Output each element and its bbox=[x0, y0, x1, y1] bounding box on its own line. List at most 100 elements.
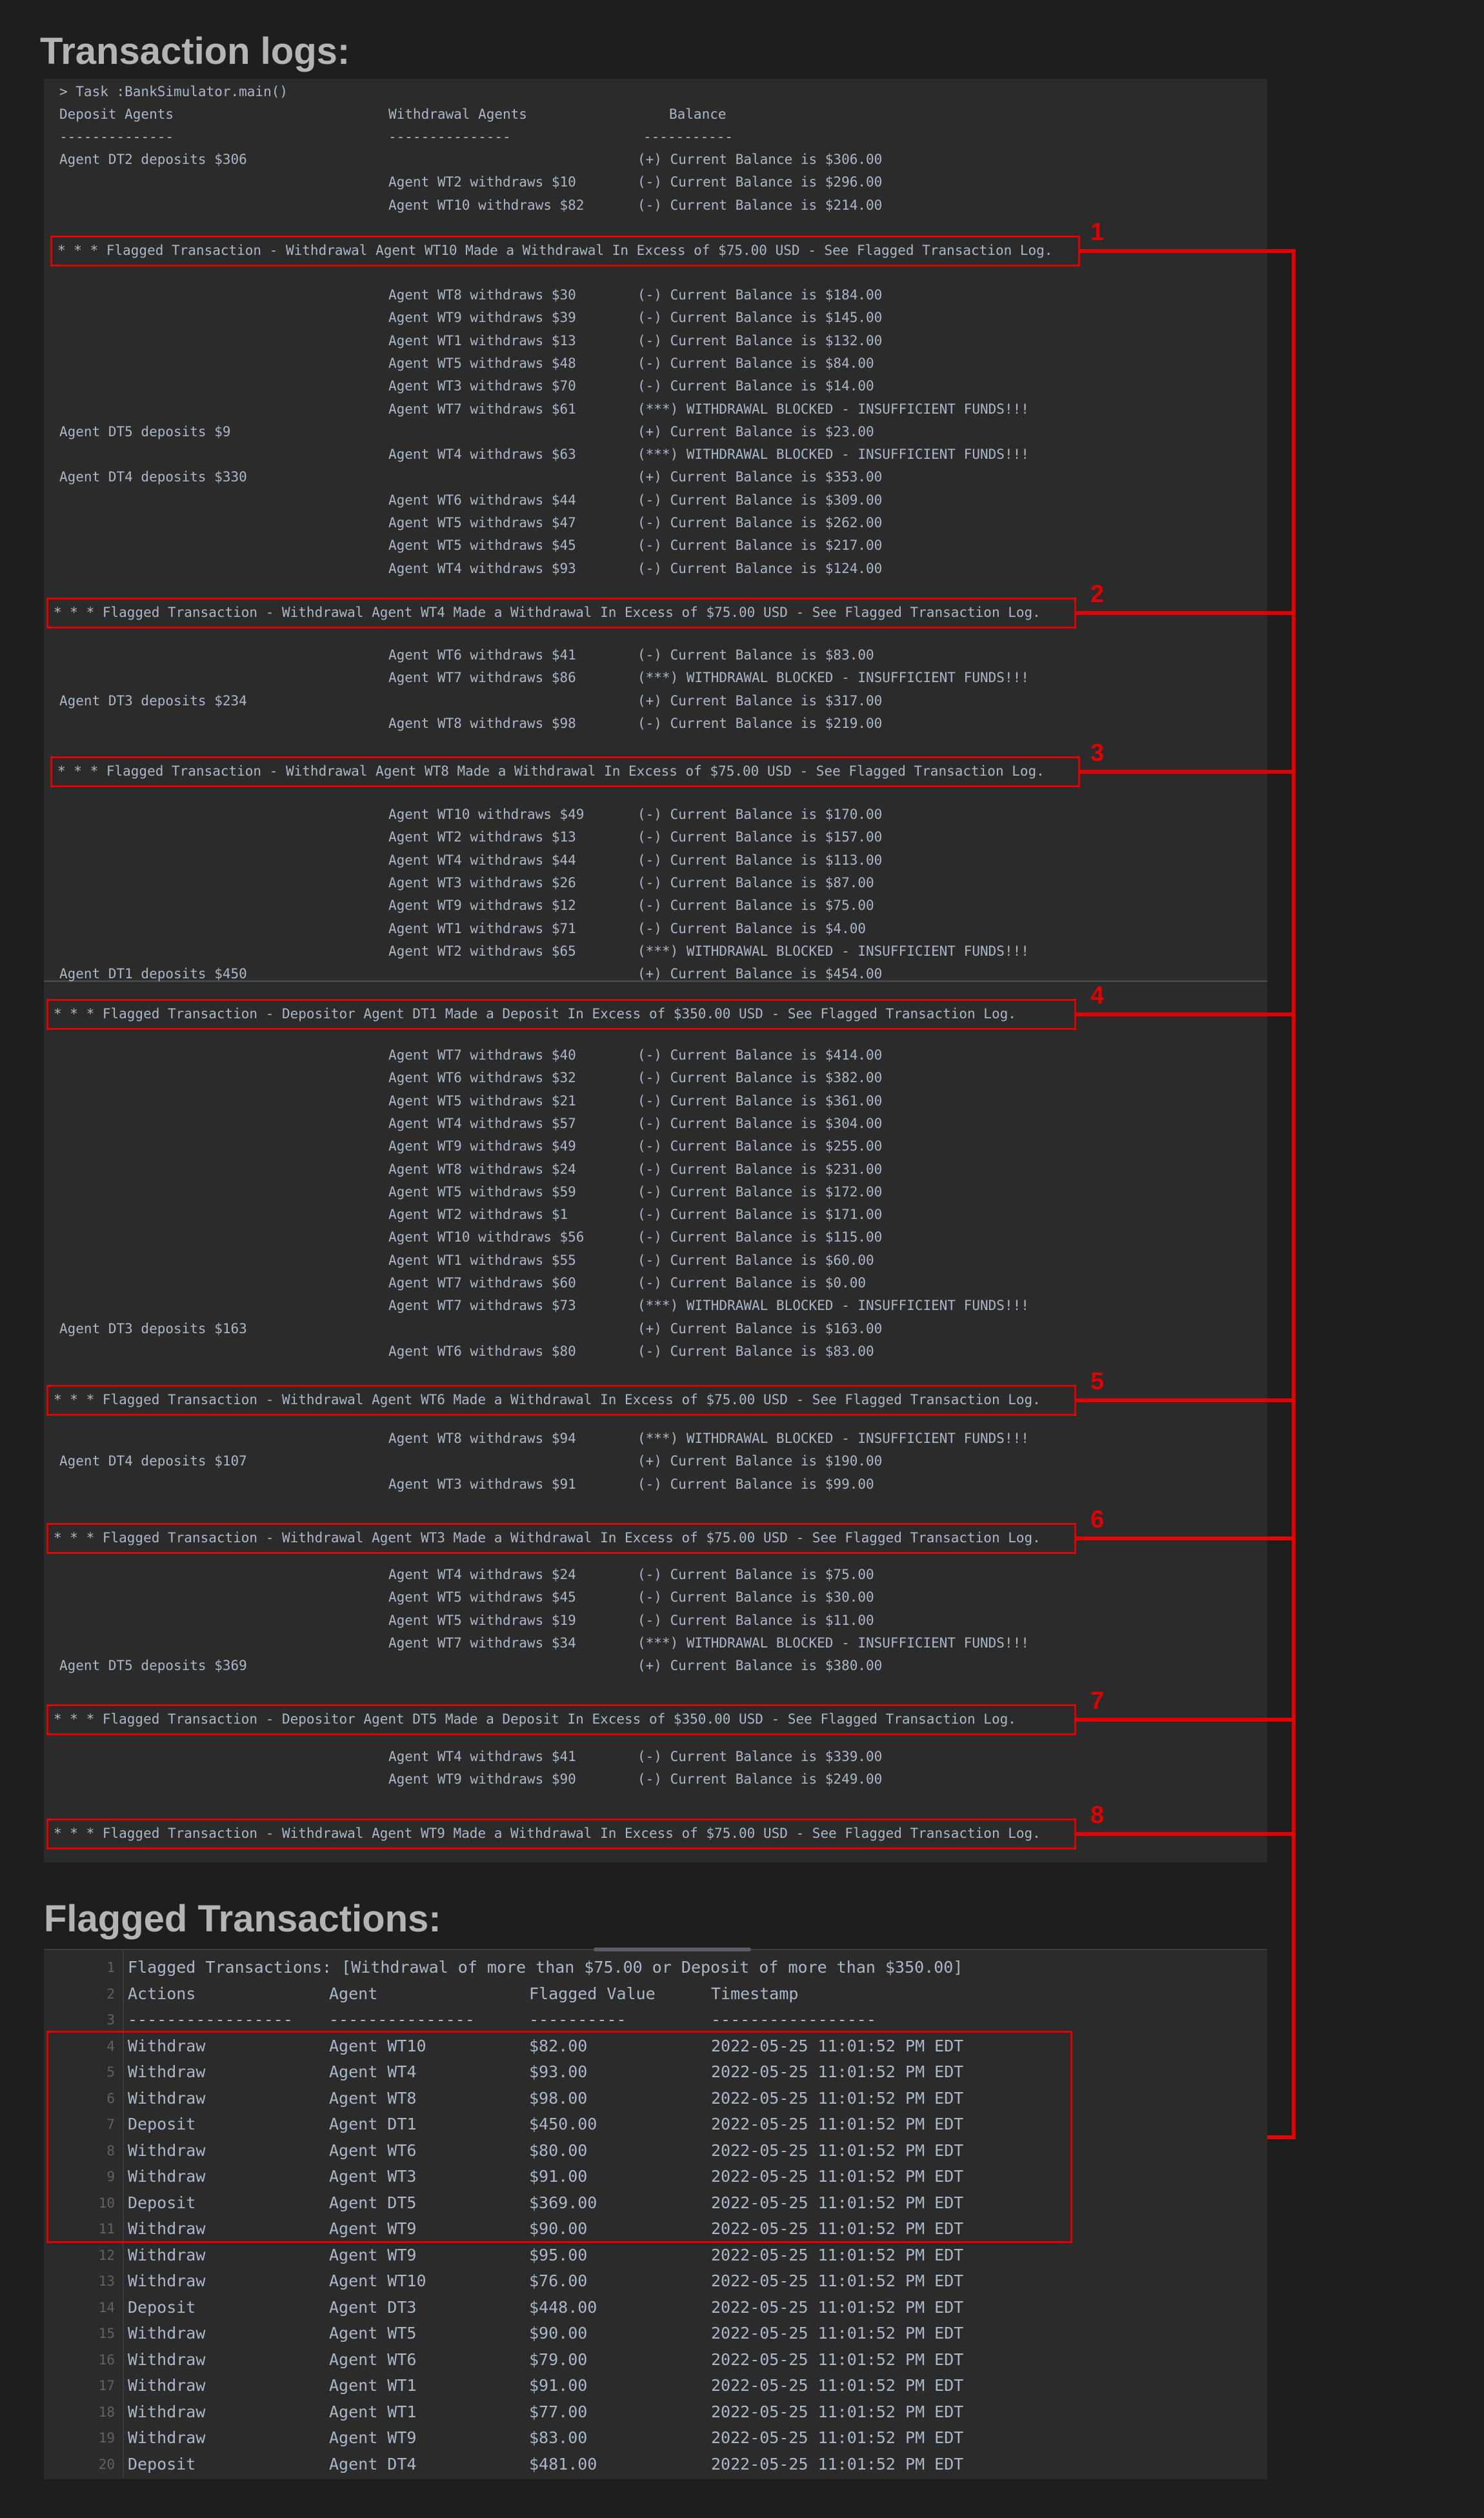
agent-cell: Agent WT1 bbox=[329, 2402, 417, 2421]
connector-line bbox=[1076, 1536, 1296, 1540]
line-number: 16 bbox=[98, 2352, 115, 2368]
action-cell: Withdraw bbox=[128, 2324, 206, 2342]
line-number: 20 bbox=[98, 2456, 115, 2472]
log-balance-text: (-) Current Balance is $231.00 bbox=[637, 1161, 883, 1177]
agent-cell: Agent DT3 bbox=[329, 2297, 417, 2317]
log-deposit-text: Agent DT4 deposits $330 bbox=[59, 469, 247, 485]
annotation-number: 2 bbox=[1090, 581, 1105, 608]
agent-cell: Agent WT9 bbox=[329, 2428, 417, 2447]
column-header: Agent bbox=[329, 1984, 378, 2003]
annotation-number: 8 bbox=[1090, 1802, 1105, 1829]
line-number: 17 bbox=[98, 2378, 115, 2393]
log-balance-text: (-) Current Balance is $382.00 bbox=[637, 1070, 883, 1086]
log-balance-text: (-) Current Balance is $115.00 bbox=[637, 1229, 883, 1245]
action-cell: Deposit bbox=[128, 2297, 196, 2317]
log-balance-text: (-) Current Balance is $124.00 bbox=[637, 560, 883, 576]
log-balance-text: (-) Current Balance is $84.00 bbox=[637, 355, 874, 371]
log-withdraw-text: Agent WT1 withdraws $13 bbox=[388, 332, 576, 348]
log-deposit-text: Agent DT1 deposits $450 bbox=[59, 966, 247, 982]
line-number: 12 bbox=[98, 2247, 115, 2263]
timestamp-cell: 2022-05-25 11:01:52 PM EDT bbox=[711, 2428, 964, 2447]
timestamp-cell: 2022-05-25 11:01:52 PM EDT bbox=[711, 2324, 964, 2342]
log-withdraw-text: Agent WT1 withdraws $71 bbox=[388, 920, 576, 936]
log-withdraw-text: Agent WT9 withdraws $12 bbox=[388, 898, 576, 914]
log-balance-text: (+) Current Balance is $163.00 bbox=[637, 1320, 883, 1336]
log-balance-text: (-) Current Balance is $414.00 bbox=[637, 1047, 883, 1063]
log-deposit-text: Agent DT4 deposits $107 bbox=[59, 1453, 247, 1469]
table-row: 19 Withdraw Agent WT9 $83.00 2022-05-25 11:0… bbox=[44, 2425, 1267, 2451]
log-balance-text: (-) Current Balance is $170.00 bbox=[637, 807, 883, 822]
action-cell: Withdraw bbox=[128, 2245, 206, 2264]
timestamp-cell: 2022-05-25 11:01:52 PM EDT bbox=[711, 2402, 964, 2421]
log-withdraw-text: Agent WT2 withdraws $10 bbox=[388, 174, 576, 190]
horizontal-scrollbar[interactable] bbox=[594, 1948, 751, 1951]
table-row: 16 Withdraw Agent WT6 $79.00 2022-05-25 11:0… bbox=[44, 2347, 1267, 2373]
flagged-transactions-heading: Flagged Transactions: bbox=[44, 1898, 441, 1940]
log-balance-text: (-) Current Balance is $172.00 bbox=[637, 1183, 883, 1200]
flagged-value-cell: $481.00 bbox=[529, 2454, 597, 2473]
log-withdraw-text: Agent WT7 withdraws $40 bbox=[388, 1047, 576, 1063]
flagged-transaction-line: * * * Flagged Transaction - Withdrawal A… bbox=[50, 236, 1080, 267]
flagged-value-cell: $90.00 bbox=[529, 2324, 588, 2342]
log-withdraw-text: Agent WT6 withdraws $44 bbox=[388, 492, 576, 508]
header-divider: ----------------- bbox=[711, 2010, 876, 2029]
table-row: 1 Flagged Transactions: [Withdrawal of mo… bbox=[44, 1955, 1267, 1980]
log-balance-text: (-) Current Balance is $309.00 bbox=[637, 492, 883, 508]
column-header: Actions bbox=[128, 1984, 196, 2003]
log-withdraw-text: Agent WT5 withdraws $59 bbox=[388, 1183, 576, 1200]
log-balance-text: (***) WITHDRAWAL BLOCKED - INSUFFICIENT … bbox=[637, 670, 1029, 686]
table-row: 15 Withdraw Agent WT5 $90.00 2022-05-25 11:0… bbox=[44, 2321, 1267, 2346]
log-balance-text: (-) Current Balance is $30.00 bbox=[637, 1589, 874, 1606]
log-withdraw-text: Agent WT2 withdraws $13 bbox=[388, 829, 576, 845]
timestamp-cell: 2022-05-25 11:01:52 PM EDT bbox=[711, 2376, 964, 2395]
connector-line bbox=[1080, 770, 1296, 774]
log-balance-text: (-) Current Balance is $219.00 bbox=[637, 715, 883, 731]
agent-cell: Agent WT9 bbox=[329, 2245, 417, 2264]
log-balance-text: (-) Current Balance is $157.00 bbox=[637, 829, 883, 845]
log-deposit-text: Agent DT3 deposits $163 bbox=[59, 1320, 247, 1336]
line-number: 13 bbox=[98, 2273, 115, 2289]
log-balance-text: (-) Current Balance is $214.00 bbox=[637, 197, 883, 213]
line-number: 3 bbox=[106, 2012, 115, 2028]
log-withdraw-text: Agent WT4 withdraws $44 bbox=[388, 852, 576, 868]
log-balance-text: (+) Current Balance is $23.00 bbox=[637, 423, 874, 439]
log-balance-text: (-) Current Balance is $184.00 bbox=[637, 287, 883, 303]
action-cell: Withdraw bbox=[128, 2376, 206, 2395]
log-balance-text: (-) Current Balance is $255.00 bbox=[637, 1138, 883, 1154]
annotation-number: 6 bbox=[1090, 1506, 1105, 1533]
log-withdraw-text: Agent WT8 withdraws $94 bbox=[388, 1431, 576, 1446]
connector-line bbox=[1076, 1012, 1296, 1016]
timestamp-cell: 2022-05-25 11:01:52 PM EDT bbox=[711, 2454, 964, 2473]
header-divider: -------------- bbox=[59, 129, 174, 145]
flagged-value-cell: $448.00 bbox=[529, 2297, 597, 2317]
deposit-agents-header: Deposit Agents bbox=[59, 106, 174, 122]
flagged-transaction-line: * * * Flagged Transaction - Withdrawal A… bbox=[50, 756, 1080, 787]
log-balance-text: (-) Current Balance is $217.00 bbox=[637, 538, 883, 554]
log-withdraw-text: Agent WT8 withdraws $98 bbox=[388, 715, 576, 731]
line-number: 15 bbox=[98, 2326, 115, 2341]
line-number: 18 bbox=[98, 2404, 115, 2420]
log-withdraw-text: Agent WT9 withdraws $39 bbox=[388, 310, 576, 326]
log-withdraw-text: Agent WT7 withdraws $34 bbox=[388, 1635, 576, 1651]
log-balance-text: (-) Current Balance is $0.00 bbox=[637, 1275, 867, 1291]
log-withdraw-text: Agent WT5 withdraws $45 bbox=[388, 538, 576, 554]
flagged-transaction-line: * * * Flagged Transaction - Withdrawal A… bbox=[46, 1523, 1076, 1554]
flagged-value-cell: $95.00 bbox=[529, 2245, 588, 2264]
log-balance-text: (+) Current Balance is $190.00 bbox=[637, 1453, 883, 1469]
table-row: 20 Deposit Agent DT4 $481.00 2022-05-25 11:0… bbox=[44, 2452, 1267, 2477]
log-balance-text: (+) Current Balance is $353.00 bbox=[637, 469, 883, 485]
header-divider: ----------------- bbox=[128, 2010, 293, 2029]
flagged-rows-highlight bbox=[46, 2031, 1072, 2243]
annotation-number: 3 bbox=[1090, 740, 1105, 767]
line-number: 19 bbox=[98, 2430, 115, 2446]
log-withdraw-text: Agent WT4 withdraws $57 bbox=[388, 1115, 576, 1131]
table-row: 18 Withdraw Agent WT1 $77.00 2022-05-25 11:0… bbox=[44, 2399, 1267, 2425]
log-balance-text: (-) Current Balance is $132.00 bbox=[637, 332, 883, 348]
connector-line bbox=[1076, 1718, 1296, 1722]
log-balance-text: (***) WITHDRAWAL BLOCKED - INSUFFICIENT … bbox=[637, 447, 1029, 463]
log-balance-text: (+) Current Balance is $317.00 bbox=[637, 692, 883, 709]
log-balance-text: (-) Current Balance is $14.00 bbox=[637, 378, 874, 394]
log-balance-text: (***) WITHDRAWAL BLOCKED - INSUFFICIENT … bbox=[637, 1298, 1029, 1314]
log-withdraw-text: Agent WT5 withdraws $19 bbox=[388, 1612, 576, 1628]
flagged-transaction-line: * * * Flagged Transaction - Withdrawal A… bbox=[46, 1385, 1076, 1416]
